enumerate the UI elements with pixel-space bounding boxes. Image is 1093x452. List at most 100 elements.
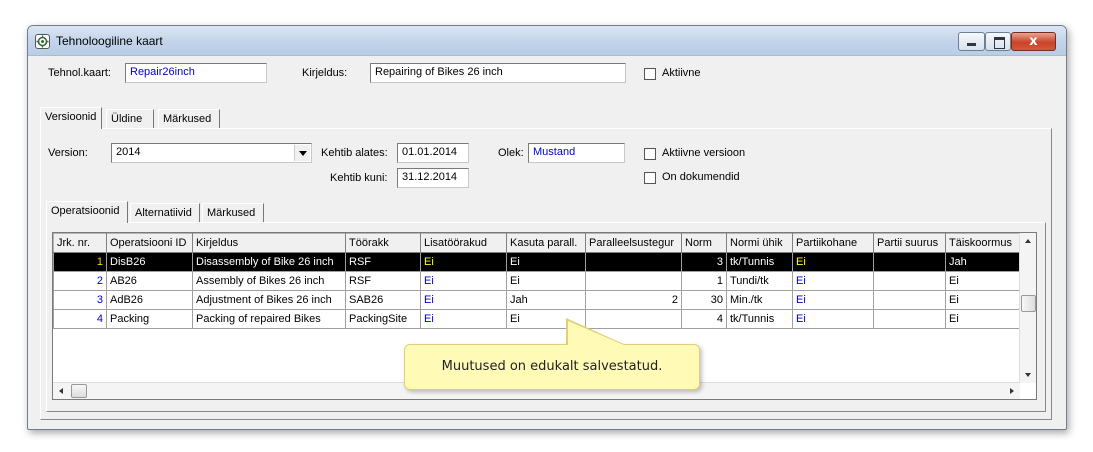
cell-lisa: Ei (420, 271, 507, 291)
vertical-scroll-thumb[interactable] (1021, 295, 1036, 312)
version-combo[interactable]: 2014 (111, 143, 312, 163)
cell-kirjeldus: Adjustment of Bikes 26 inch (192, 290, 346, 310)
version-label: Version: (48, 147, 88, 159)
cell-partii: Ei (792, 290, 874, 310)
tab-subtab-markused[interactable]: Märkused (202, 203, 264, 223)
cell-nr: 3 (53, 290, 107, 310)
cell-norm: 30 (681, 290, 727, 310)
cell-suurus (873, 290, 946, 310)
cell-partii: Ei (792, 271, 874, 291)
cell-parall (585, 271, 682, 291)
cell-id: DisB26 (106, 252, 193, 272)
cell-id: AB26 (106, 271, 193, 291)
cell-lisa: Ei (420, 290, 507, 310)
cell-toorakk: RSF (345, 252, 421, 272)
table-header-row: Jrk. nr. Operatsiooni ID Kirjeldus Tööra… (53, 233, 1020, 253)
tab-uldine[interactable]: Üldine (106, 109, 154, 129)
cell-kasuta: Jah (506, 290, 586, 310)
cell-norm: 1 (681, 271, 727, 291)
scroll-left-icon[interactable] (59, 388, 63, 394)
cell-norm: 3 (681, 252, 727, 272)
cell-lisa: Ei (420, 309, 507, 329)
horizontal-scroll-thumb[interactable] (71, 384, 87, 398)
kehtib-alates-field[interactable]: 01.01.2014 (397, 143, 469, 163)
on-dokumendid-checkbox[interactable] (644, 172, 656, 184)
kehtib-alates-label: Kehtib alates: (321, 147, 388, 159)
operations-table: Jrk. nr. Operatsiooni ID Kirjeldus Tööra… (53, 233, 1020, 329)
tehnol-kaart-label: Tehnol.kaart: (48, 67, 111, 79)
tab-markused[interactable]: Märkused (158, 109, 220, 129)
cell-toorakk: PackingSite (345, 309, 421, 329)
table-row[interactable]: 3 AdB26 Adjustment of Bikes 26 inch SAB2… (53, 290, 1020, 310)
cell-parall (585, 252, 682, 272)
column-header[interactable]: Täiskoormus (945, 233, 1020, 253)
cell-taiskoormus: Ei (945, 309, 1020, 329)
cell-norm: 4 (681, 309, 727, 329)
aktiivne-versioon-checkbox[interactable] (644, 148, 656, 160)
kehtib-kuni-label: Kehtib kuni: (330, 172, 388, 184)
vertical-scrollbar[interactable] (1019, 233, 1036, 383)
aktiivne-label: Aktiivne (662, 67, 701, 79)
scroll-right-icon[interactable] (1010, 388, 1014, 394)
column-header[interactable]: Lisatöörakud (420, 233, 507, 253)
saved-notification: Muutused on edukalt salvestatud. (404, 344, 700, 390)
close-button[interactable]: x (1011, 32, 1056, 51)
table-row[interactable]: 4 Packing Packing of repaired Bikes Pack… (53, 309, 1020, 329)
kirjeldus-field[interactable]: Repairing of Bikes 26 inch (370, 63, 626, 83)
column-header[interactable]: Norm (681, 233, 727, 253)
close-icon: x (1029, 34, 1038, 49)
column-header[interactable]: Jrk. nr. (53, 233, 107, 253)
window-title: Tehnoloogiline kaart (56, 34, 163, 48)
minimize-button[interactable] (958, 32, 985, 51)
tab-alternatiivid[interactable]: Alternatiivid (130, 203, 200, 223)
cell-kirjeldus: Assembly of Bikes 26 inch (192, 271, 346, 291)
cell-id: Packing (106, 309, 193, 329)
cell-kirjeldus: Disassembly of Bike 26 inch (192, 252, 346, 272)
cell-kirjeldus: Packing of repaired Bikes (192, 309, 346, 329)
scroll-up-icon[interactable] (1025, 239, 1031, 243)
olek-field[interactable]: Mustand (528, 143, 625, 163)
cell-toorakk: SAB26 (345, 290, 421, 310)
cell-lisa: Ei (420, 252, 507, 272)
kehtib-kuni-field[interactable]: 31.12.2014 (397, 168, 469, 188)
on-dokumendid-label: On dokumendid (662, 171, 740, 183)
table-row[interactable]: 1 DisB26 Disassembly of Bike 26 inch RSF… (53, 252, 1020, 272)
cell-partii: Ei (792, 252, 874, 272)
cell-nr: 1 (53, 252, 107, 272)
app-icon (35, 34, 50, 49)
cell-kasuta: Ei (506, 252, 586, 272)
callout-tail-fill (568, 321, 624, 345)
column-header[interactable]: Paralleelsustegur (585, 233, 682, 253)
cell-uhik: tk/Tunnis (726, 309, 793, 329)
title-bar[interactable]: Tehnoloogiline kaart x (28, 26, 1066, 56)
cell-id: AdB26 (106, 290, 193, 310)
column-header[interactable]: Partiikohane (792, 233, 874, 253)
column-header[interactable]: Kasuta parall. (506, 233, 586, 253)
column-header[interactable]: Partii suurus (873, 233, 946, 253)
aktiivne-versioon-label: Aktiivne versioon (662, 147, 746, 159)
table-row[interactable]: 2 AB26 Assembly of Bikes 26 inch RSF Ei … (53, 271, 1020, 291)
cell-uhik: tk/Tunnis (726, 252, 793, 272)
cell-nr: 2 (53, 271, 107, 291)
maximize-button[interactable] (985, 32, 1011, 51)
cell-taiskoormus: Ei (945, 271, 1020, 291)
cell-partii: Ei (792, 309, 874, 329)
column-header[interactable]: Töörakk (345, 233, 421, 253)
aktiivne-checkbox[interactable] (644, 68, 656, 80)
chevron-down-icon[interactable] (294, 145, 310, 161)
cell-taiskoormus: Jah (945, 252, 1020, 272)
column-header[interactable]: Operatsiooni ID (106, 233, 193, 253)
column-header[interactable]: Kirjeldus (192, 233, 346, 253)
tehnol-kaart-field[interactable]: Repair26inch (125, 63, 267, 83)
cell-nr: 4 (53, 309, 107, 329)
scroll-down-icon[interactable] (1025, 373, 1031, 377)
tab-versioonid[interactable]: Versioonid (40, 107, 102, 129)
version-value: 2014 (116, 146, 141, 158)
column-header[interactable]: Normi ühik (726, 233, 793, 253)
olek-label: Olek: (498, 147, 524, 159)
cell-uhik: Min./tk (726, 290, 793, 310)
cell-kasuta: Ei (506, 271, 586, 291)
tab-operatsioonid[interactable]: Operatsioonid (46, 201, 128, 223)
cell-suurus (873, 309, 946, 329)
cell-uhik: Tundi/tk (726, 271, 793, 291)
